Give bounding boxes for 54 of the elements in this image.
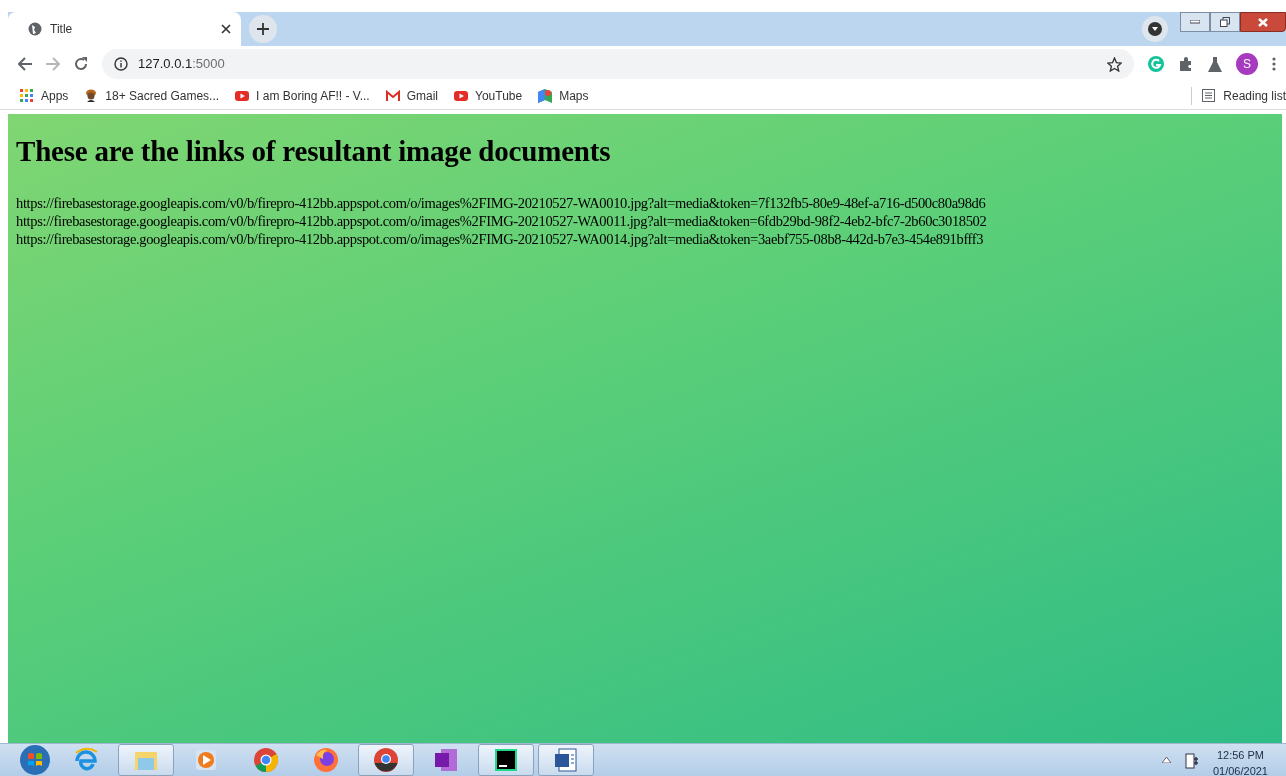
- plus-icon: [257, 23, 269, 35]
- taskbar-button[interactable]: [358, 744, 414, 776]
- map-icon: [538, 88, 553, 103]
- new-tab-button[interactable]: [249, 15, 277, 43]
- browser-icon[interactable]: [253, 747, 279, 773]
- reading-list-link[interactable]: Reading list: [1223, 86, 1286, 105]
- bookmark[interactable]: Gmail: [385, 86, 439, 105]
- code-editor-icon: [493, 747, 519, 773]
- bookmark[interactable]: YouTube: [454, 86, 523, 105]
- back-icon[interactable]: [18, 57, 32, 71]
- restore-button[interactable]: [1210, 12, 1240, 32]
- chevron-up-icon[interactable]: [1161, 757, 1171, 763]
- browser-icon: [373, 747, 399, 773]
- close-window-button[interactable]: [1240, 12, 1286, 32]
- apps-grid-icon: [20, 88, 34, 103]
- globe-icon: [28, 22, 42, 36]
- info-icon: [114, 57, 128, 71]
- close-icon: [1258, 17, 1268, 27]
- media-player-icon[interactable]: [193, 747, 219, 773]
- puzzle-icon[interactable]: [1178, 56, 1194, 72]
- url-text: https://firebasestorage.googleapis.com/v0/b/firepro-412bb.appspot.com/o/images%2FIMG-20210527-WA0014.jpg?alt=media&token=3aebf755-08b8-442d-b7e3-454e891bfff3: [16, 229, 985, 248]
- address-text: 127.0.0.1:5000: [138, 55, 226, 74]
- url-text: https://firebasestorage.googleapis.com/v0/b/firepro-412bb.appspot.com/o/images%2FIMG-20210527-WA0011.jpg?alt=media&token=6fdb29bd-98f2-4eb2-bfc7-2b60c3018502: [16, 211, 988, 230]
- power-plug-icon[interactable]: [1184, 751, 1199, 769]
- clock-date: 01/06/2021: [1212, 764, 1268, 776]
- notebook-icon[interactable]: [433, 747, 459, 773]
- browser-icon[interactable]: [313, 747, 339, 773]
- taskbar-button[interactable]: [478, 744, 534, 776]
- url-text: https://firebasestorage.googleapis.com/v0/b/firepro-412bb.appspot.com/o/images%2FIMG-20210527-WA0010.jpg?alt=media&token=7f132fb5-80e9-48ef-a716-d500c80a98d6: [16, 193, 987, 212]
- address-bar[interactable]: 127.0.0.1:5000: [102, 49, 1134, 79]
- bookmark[interactable]: 18+ Sacred Games...: [84, 86, 220, 105]
- page-heading: These are the links of resultant image documents: [16, 134, 612, 169]
- list-icon[interactable]: [1202, 89, 1216, 102]
- play-icon: [235, 88, 250, 103]
- clock-time: 12:56 PM: [1215, 748, 1265, 763]
- restore-icon: [1220, 17, 1230, 27]
- tab-title: Title: [50, 21, 74, 38]
- close-icon[interactable]: [221, 24, 231, 34]
- star-icon[interactable]: [1107, 56, 1122, 72]
- dropdown-icon[interactable]: [1142, 16, 1168, 42]
- bookmark[interactable]: Maps: [538, 86, 589, 105]
- mail-icon: [385, 88, 400, 103]
- document-icon: [553, 747, 579, 773]
- profile-avatar[interactable]: S: [1236, 53, 1258, 75]
- bookmark[interactable]: Apps: [20, 86, 69, 105]
- taskbar-button[interactable]: [538, 744, 594, 776]
- person-icon: [84, 88, 99, 103]
- flask-icon[interactable]: [1208, 56, 1222, 72]
- more-icon[interactable]: [1272, 57, 1276, 71]
- play-icon: [454, 88, 469, 103]
- minimize-icon: [1190, 20, 1200, 24]
- bookmark[interactable]: I am Boring AF!! - V...: [235, 86, 370, 105]
- reload-icon[interactable]: [74, 57, 88, 71]
- browser-tab[interactable]: Title: [8, 12, 241, 46]
